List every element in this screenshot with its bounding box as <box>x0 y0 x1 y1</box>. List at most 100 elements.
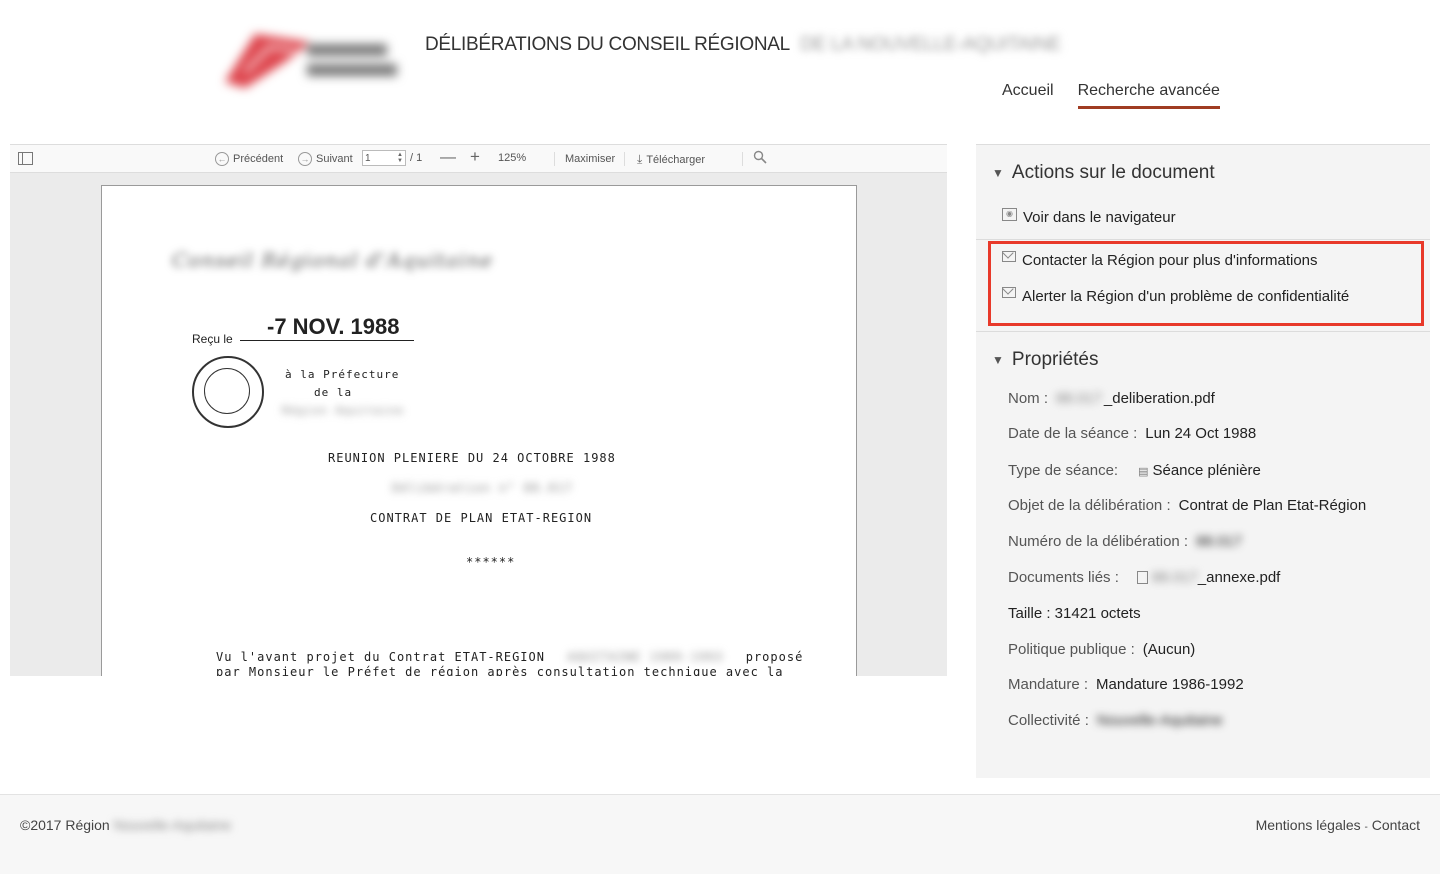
mentions-legales-link[interactable]: Mentions légales <box>1256 817 1361 833</box>
prop-numero-value: 88.017 <box>1196 533 1242 550</box>
prefecture-line1: à la Préfecture <box>285 368 400 381</box>
prop-mandature-label: Mandature : <box>1008 676 1089 693</box>
prop-collectivite-value: Nouvelle-Aquitaine <box>1096 712 1223 729</box>
prop-date-label: Date de la séance : <box>1008 425 1138 442</box>
zoom-out-button[interactable]: — <box>440 149 456 167</box>
prop-numero-label: Numéro de la délibération : <box>1008 533 1189 550</box>
arrow-left-icon: ← <box>215 152 229 166</box>
subject-title: CONTRAT DE PLAN ETAT-REGION <box>370 511 593 525</box>
body-line-1: Vu l'avant projet du Contrat ETAT-REGION… <box>216 650 803 664</box>
body-line-1c: proposé <box>745 650 804 664</box>
letterhead: Conseil Régional d'Aquitaine <box>172 248 494 272</box>
download-icon: ⤓ <box>637 152 643 166</box>
prop-mandature-value: Mandature 1986-1992 <box>1096 676 1244 693</box>
site-title-redacted: DE LA NOUVELLE-AQUITAINE <box>800 34 1061 55</box>
document-list-icon: ▤ <box>1138 466 1149 478</box>
prefecture-line2: de la <box>314 386 353 399</box>
actions-divider <box>976 239 1430 240</box>
deliberation-number: Délibération n° 88.017 <box>392 481 573 495</box>
file-icon <box>1136 571 1148 584</box>
body-line-2: par Monsieur le Préfet de région après c… <box>216 665 784 676</box>
prop-objet-label: Objet de la délibération : <box>1008 497 1171 514</box>
copyright-text: ©2017 Région <box>20 817 110 833</box>
main-nav: Accueil Recherche avancée <box>1002 82 1220 109</box>
view-in-browser-link[interactable]: Voir dans le navigateur <box>1002 208 1176 226</box>
footer: ©2017 Région Nouvelle-Aquitaine Mentions… <box>0 794 1440 874</box>
footer-separator: - <box>1364 822 1368 833</box>
prop-documents: Documents liés : 88.017_annexe.pdf <box>1008 569 1280 586</box>
prop-type-text: Séance plénière <box>1152 462 1261 479</box>
sidebar-toggle-icon[interactable] <box>18 152 33 165</box>
pdf-page: Conseil Régional d'Aquitaine Reçu le -7 … <box>101 185 857 676</box>
prop-collectivite: Collectivité : Nouvelle-Aquitaine <box>1008 712 1223 729</box>
prop-objet: Objet de la délibération : Contrat de Pl… <box>1008 497 1366 514</box>
toolbar-divider <box>742 152 743 166</box>
recu-underline <box>240 340 414 341</box>
nav-item-recherche-avancee[interactable]: Recherche avancée <box>1077 82 1220 109</box>
body-line-1a: Vu l'avant projet du Contrat ETAT-REGION <box>216 650 545 664</box>
prop-type-label: Type de séance: <box>1008 462 1119 479</box>
contact-link[interactable]: Contact <box>1372 817 1420 833</box>
actions-heading: Actions sur le document <box>1011 162 1215 183</box>
zoom-select[interactable]: 125% <box>498 152 526 164</box>
prop-collectivite-label: Collectivité : <box>1008 712 1089 729</box>
toolbar-divider <box>624 152 625 166</box>
copyright-redacted: Nouvelle-Aquitaine <box>113 817 232 833</box>
stars-separator: ****** <box>466 555 516 569</box>
previous-button[interactable]: ← Précédent <box>215 152 283 166</box>
actions-section-header[interactable]: ▼ Actions sur le document <box>992 162 1215 184</box>
highlight-box <box>988 241 1424 326</box>
prop-type-value: ▤ Séance plénière <box>1138 462 1261 479</box>
prop-nom: Nom : 88.017 _deliberation.pdf <box>1008 390 1215 407</box>
prop-date: Date de la séance : Lun 24 Oct 1988 <box>1008 425 1256 442</box>
prop-nom-label: Nom : <box>1008 390 1049 407</box>
footer-copyright: ©2017 Région Nouvelle-Aquitaine <box>20 817 231 833</box>
region-logo[interactable] <box>215 22 405 100</box>
prop-objet-value: Contrat de Plan Etat-Région <box>1178 497 1367 514</box>
pdf-viewer: ← Précédent → Suivant 1 ▲ ▼ / 1 — + 125% … <box>10 144 947 676</box>
zoom-in-button[interactable]: + <box>470 147 480 167</box>
prop-numero: Numéro de la délibération : 88.017 <box>1008 533 1242 550</box>
prop-documents-suffix: _annexe.pdf <box>1197 569 1281 586</box>
triangle-down-icon: ▼ <box>992 166 1004 180</box>
search-button[interactable] <box>753 150 767 164</box>
view-in-browser-label: Voir dans le navigateur <box>1023 209 1176 226</box>
prop-taille-value: Taille : 31421 octets <box>1008 605 1141 622</box>
republique-seal <box>192 356 264 428</box>
stamp-date: -7 NOV. 1988 <box>267 314 400 339</box>
prop-documents-prefix: 88.017 <box>1151 569 1198 586</box>
arrow-right-icon: → <box>298 152 312 166</box>
prop-nom-suffix: _deliberation.pdf <box>1103 390 1215 407</box>
prop-date-value: Lun 24 Oct 1988 <box>1145 425 1257 442</box>
plus-icon: + <box>470 147 480 166</box>
next-button[interactable]: → Suivant <box>298 152 353 166</box>
prop-politique: Politique publique : (Aucun) <box>1008 641 1195 658</box>
properties-section-header[interactable]: ▼ Propriétés <box>992 349 1099 371</box>
page-number-value: 1 <box>365 152 371 164</box>
page-spinner-icon[interactable]: ▲ ▼ <box>397 152 403 164</box>
pdf-toolbar: ← Précédent → Suivant 1 ▲ ▼ / 1 — + 125% … <box>10 145 947 173</box>
properties-divider <box>976 331 1430 332</box>
page-control: 1 ▲ ▼ / 1 <box>362 150 422 166</box>
download-button[interactable]: ⤓ Télécharger <box>637 152 705 167</box>
maximize-button[interactable]: Maximiser <box>565 153 615 165</box>
recu-label: Reçu le <box>192 332 233 346</box>
linked-document-link[interactable]: 88.017_annexe.pdf <box>1136 569 1281 586</box>
toolbar-divider <box>554 152 555 166</box>
page-number-input[interactable]: 1 ▲ ▼ <box>362 150 406 166</box>
meeting-title: REUNION PLENIERE DU 24 OCTOBRE 1988 <box>328 451 616 465</box>
browser-view-icon <box>1002 208 1017 221</box>
maximize-label: Maximiser <box>565 153 616 165</box>
next-label: Suivant <box>316 153 353 165</box>
zoom-value: 125% <box>498 152 527 164</box>
nav-item-accueil[interactable]: Accueil <box>1002 82 1054 109</box>
previous-label: Précédent <box>233 153 284 165</box>
download-label: Télécharger <box>646 153 706 166</box>
footer-links: Mentions légales - Contact <box>1256 817 1420 833</box>
page-total: / 1 <box>410 152 423 164</box>
body-line-1b: AQUITAINE 1989-1993 <box>567 650 724 664</box>
prop-nom-prefix: 88.017 <box>1056 390 1102 407</box>
prop-politique-label: Politique publique : <box>1008 641 1135 658</box>
properties-heading: Propriétés <box>1011 349 1099 370</box>
triangle-down-icon: ▼ <box>992 353 1004 367</box>
